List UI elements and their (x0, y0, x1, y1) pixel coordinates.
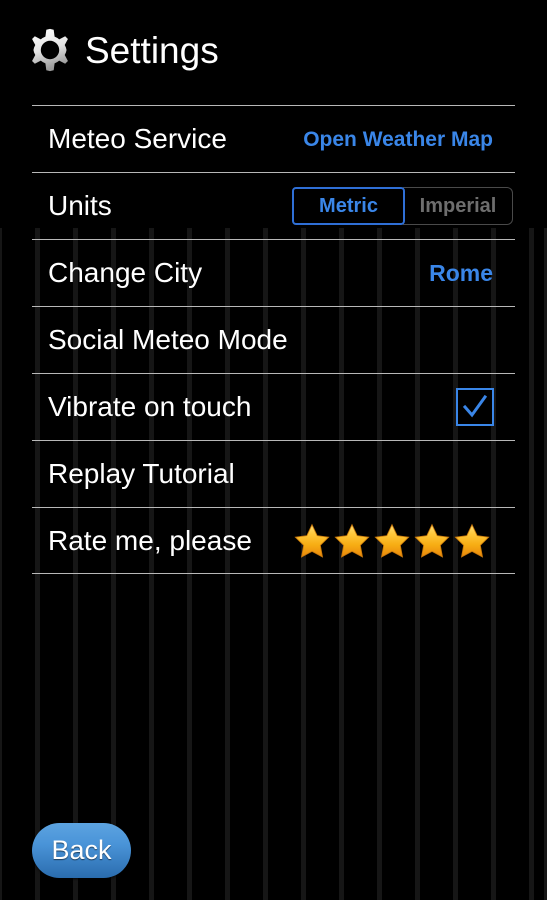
settings-row-meteo-service[interactable]: Meteo Service Open Weather Map (32, 105, 515, 172)
settings-row-label: Vibrate on touch (48, 391, 252, 422)
change-city-value[interactable]: Rome (429, 261, 515, 285)
settings-row-replay-tutorial[interactable]: Replay Tutorial (32, 440, 515, 507)
settings-row-label: Replay Tutorial (48, 458, 235, 489)
page-header: Settings (0, 0, 547, 100)
settings-row-change-city[interactable]: Change City Rome (32, 239, 515, 306)
gear-icon (27, 27, 73, 73)
settings-row-units: Units Metric Imperial (32, 172, 515, 239)
check-icon (462, 394, 488, 418)
page-title: Settings (85, 29, 219, 71)
units-control-group: Metric Imperial (292, 187, 515, 225)
settings-row-label: Social Meteo Mode (48, 324, 288, 355)
meteo-service-value[interactable]: Open Weather Map (303, 129, 515, 150)
back-button[interactable]: Back (32, 823, 131, 878)
star-icon-2[interactable] (332, 521, 372, 561)
back-button-label: Back (51, 835, 112, 865)
settings-row-vibrate-on-touch[interactable]: Vibrate on touch (32, 373, 515, 440)
settings-row-label: Change City (48, 257, 203, 288)
settings-row-label: Meteo Service (48, 123, 227, 154)
settings-row-social-meteo-mode[interactable]: Social Meteo Mode (32, 306, 515, 373)
units-option-imperial[interactable]: Imperial (403, 187, 513, 225)
settings-list: Meteo Service Open Weather Map Units Met… (32, 105, 515, 574)
star-icon-3[interactable] (372, 521, 412, 561)
settings-row-label: Rate me, please (48, 524, 252, 556)
settings-row-label: Units (48, 190, 112, 221)
star-icon-4[interactable] (412, 521, 452, 561)
vibrate-checkbox[interactable] (456, 388, 494, 426)
rating-stars[interactable] (292, 521, 492, 561)
units-segmented-control: Metric Imperial (292, 187, 513, 225)
units-option-metric[interactable]: Metric (292, 187, 405, 225)
star-icon-5[interactable] (452, 521, 492, 561)
star-icon-1[interactable] (292, 521, 332, 561)
settings-row-rate-me[interactable]: Rate me, please (32, 507, 515, 574)
